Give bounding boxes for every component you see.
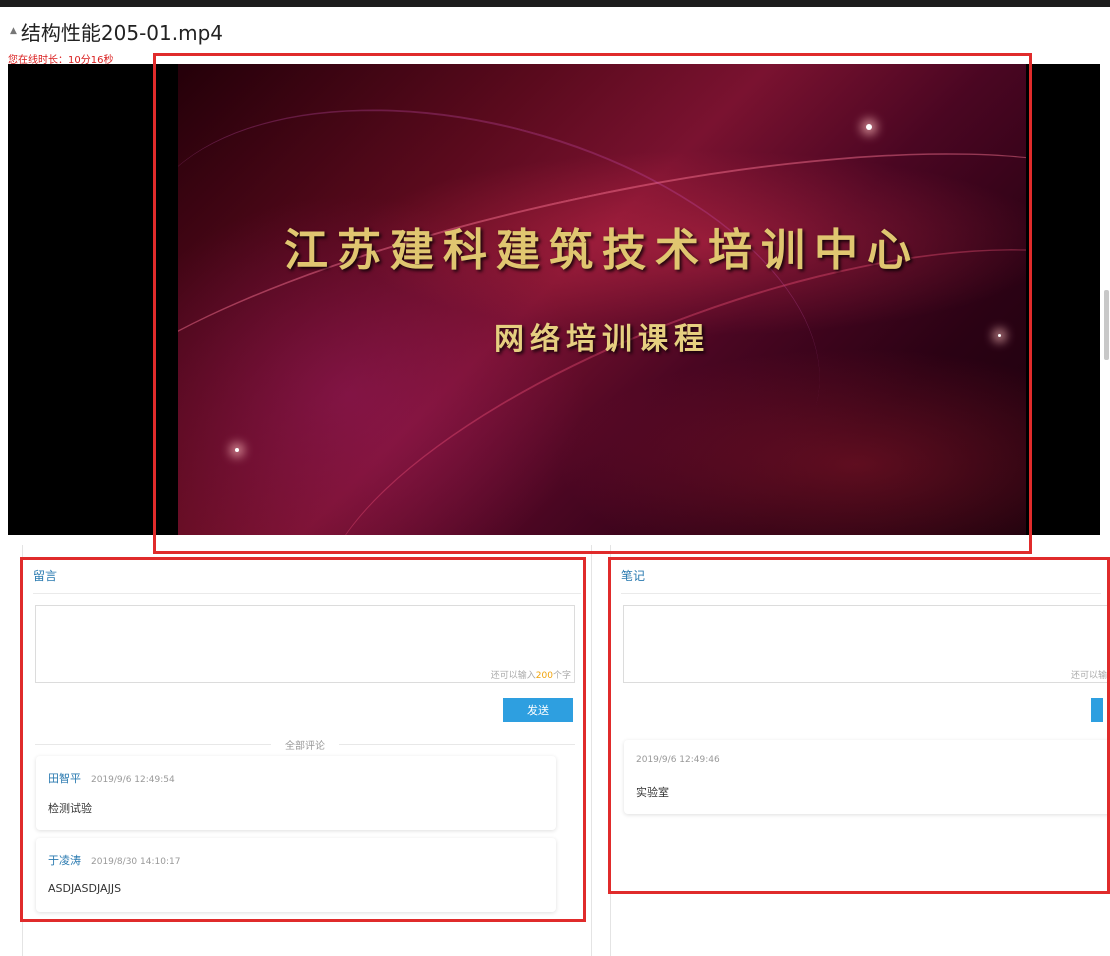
comments-panel: 留言 还可以输入200个字 发送 全部评论 田智平 2019/9/6 12:49:…	[22, 545, 592, 956]
comment-item: 于凌涛 2019/8/30 14:10:17 ASDJASDJAJJS	[36, 838, 556, 912]
comment-author[interactable]: 田智平	[48, 772, 81, 785]
send-comment-button[interactable]: 发送	[503, 698, 573, 722]
comment-time: 2019/8/30 14:10:17	[91, 857, 181, 867]
header: ▲ 结构性能205-01.mp4	[10, 18, 224, 45]
top-bar	[0, 0, 1110, 7]
comment-content: 检测试验	[48, 802, 92, 815]
caret-up-icon: ▲	[10, 26, 17, 36]
note-content: 实验室	[636, 786, 669, 799]
page-title: 结构性能205-01.mp4	[20, 20, 224, 45]
comment-content: ASDJASDJAJJS	[48, 882, 122, 895]
sparkle-icon	[235, 448, 239, 452]
video-subtitle: 网络培训课程	[494, 322, 710, 357]
sparkle-icon	[866, 124, 872, 130]
video-frame[interactable]: 江苏建科建筑技术培训中心 网络培训课程	[178, 64, 1026, 535]
video-player[interactable]: 江苏建科建筑技术培训中心 网络培训课程	[8, 64, 1100, 535]
note-input[interactable]	[623, 605, 1110, 683]
comment-time: 2019/9/6 12:49:54	[91, 775, 175, 785]
comments-header: 留言	[33, 567, 581, 594]
page-scrollbar[interactable]	[1104, 290, 1109, 360]
video-title: 江苏建科建筑技术培训中心	[284, 225, 920, 276]
char-counter: 还可以输入200个字	[490, 671, 571, 681]
note-time: 2019/9/6 12:49:46	[636, 755, 720, 765]
all-comments-label: 全部评论	[271, 737, 339, 752]
note-item: 2019/9/6 12:49:46 实验室	[624, 740, 1110, 814]
comment-author[interactable]: 于凌涛	[48, 854, 81, 867]
save-note-button[interactable]	[1091, 698, 1103, 722]
notes-panel: 笔记 还可以输 2019/9/6 12:49:46 实验室	[610, 545, 1110, 956]
char-counter: 还可以输	[1070, 671, 1107, 681]
all-comments-divider: 全部评论	[35, 736, 575, 752]
notes-header: 笔记	[621, 567, 1101, 594]
comment-item: 田智平 2019/9/6 12:49:54 检测试验	[36, 756, 556, 830]
